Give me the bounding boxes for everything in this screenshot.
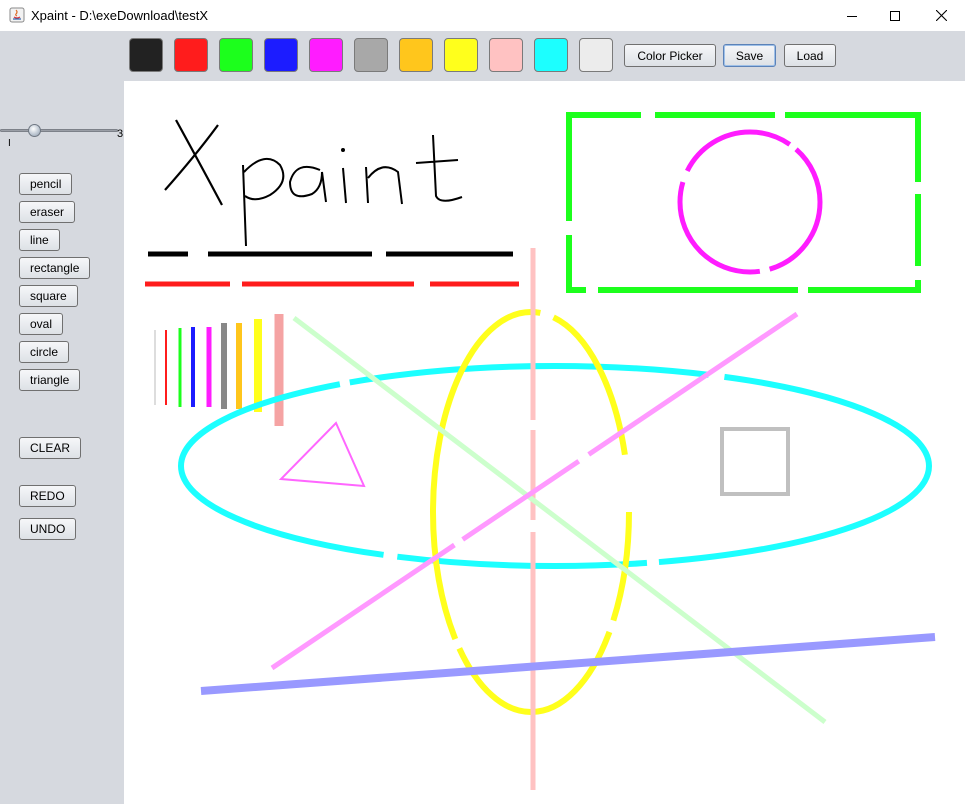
square-tool-button[interactable]: square [19,285,78,307]
maximize-icon [890,10,900,21]
color-swatch[interactable] [129,38,163,72]
pencil-tool-button[interactable]: pencil [19,173,73,195]
window-title: Xpaint - D:\exeDownload\testX [31,8,209,23]
minimize-icon [847,15,857,17]
load-button[interactable]: Load [784,44,836,67]
handwritten-xpaint [164,119,463,247]
close-icon [935,10,947,21]
canvas-drawing [145,112,936,790]
magenta-circle [677,129,823,275]
drawing-canvas[interactable] [124,81,965,804]
periwinkle-line [200,633,936,695]
color-swatch[interactable] [264,38,298,72]
eraser-tool-button[interactable]: eraser [19,201,76,223]
color-swatch[interactable] [354,38,388,72]
color-swatch[interactable] [444,38,478,72]
gray-square [720,427,790,496]
color-picker-button[interactable]: Color Picker [624,44,716,67]
color-swatch[interactable] [534,38,568,72]
clear-button[interactable]: CLEAR [19,437,82,459]
stroke-width-slider-thumb[interactable] [28,124,42,137]
slider-max-label: 3 [117,128,124,140]
tool-panel: I 3 pencil eraser line rectangle square … [0,81,124,804]
save-button[interactable]: Save [723,44,776,67]
minimize-button[interactable] [829,0,875,31]
magenta-triangle [278,421,366,488]
title-bar: Xpaint - D:\exeDownload\testX [0,0,965,32]
rectangle-tool-button[interactable]: rectangle [19,257,91,279]
oval-tool-button[interactable]: oval [19,313,64,335]
java-app-icon [9,7,25,23]
color-swatch[interactable] [399,38,433,72]
close-button[interactable] [918,0,964,31]
circle-tool-button[interactable]: circle [19,341,70,363]
redo-button[interactable]: REDO [19,485,76,507]
color-swatch[interactable] [174,38,208,72]
toolbar: Color Picker Save Load [0,31,965,81]
undo-button[interactable]: UNDO [19,518,77,540]
color-swatch[interactable] [579,38,613,72]
triangle-tool-button[interactable]: triangle [19,369,81,391]
color-swatch[interactable] [309,38,343,72]
maximize-button[interactable] [872,0,918,31]
slider-min-label: I [8,138,11,149]
green-rectangle [566,112,921,293]
line-tool-button[interactable]: line [19,229,60,251]
color-swatch[interactable] [489,38,523,72]
color-swatch[interactable] [219,38,253,72]
stroke-width-samples [154,314,284,426]
stroke-width-slider-track[interactable] [0,129,118,132]
